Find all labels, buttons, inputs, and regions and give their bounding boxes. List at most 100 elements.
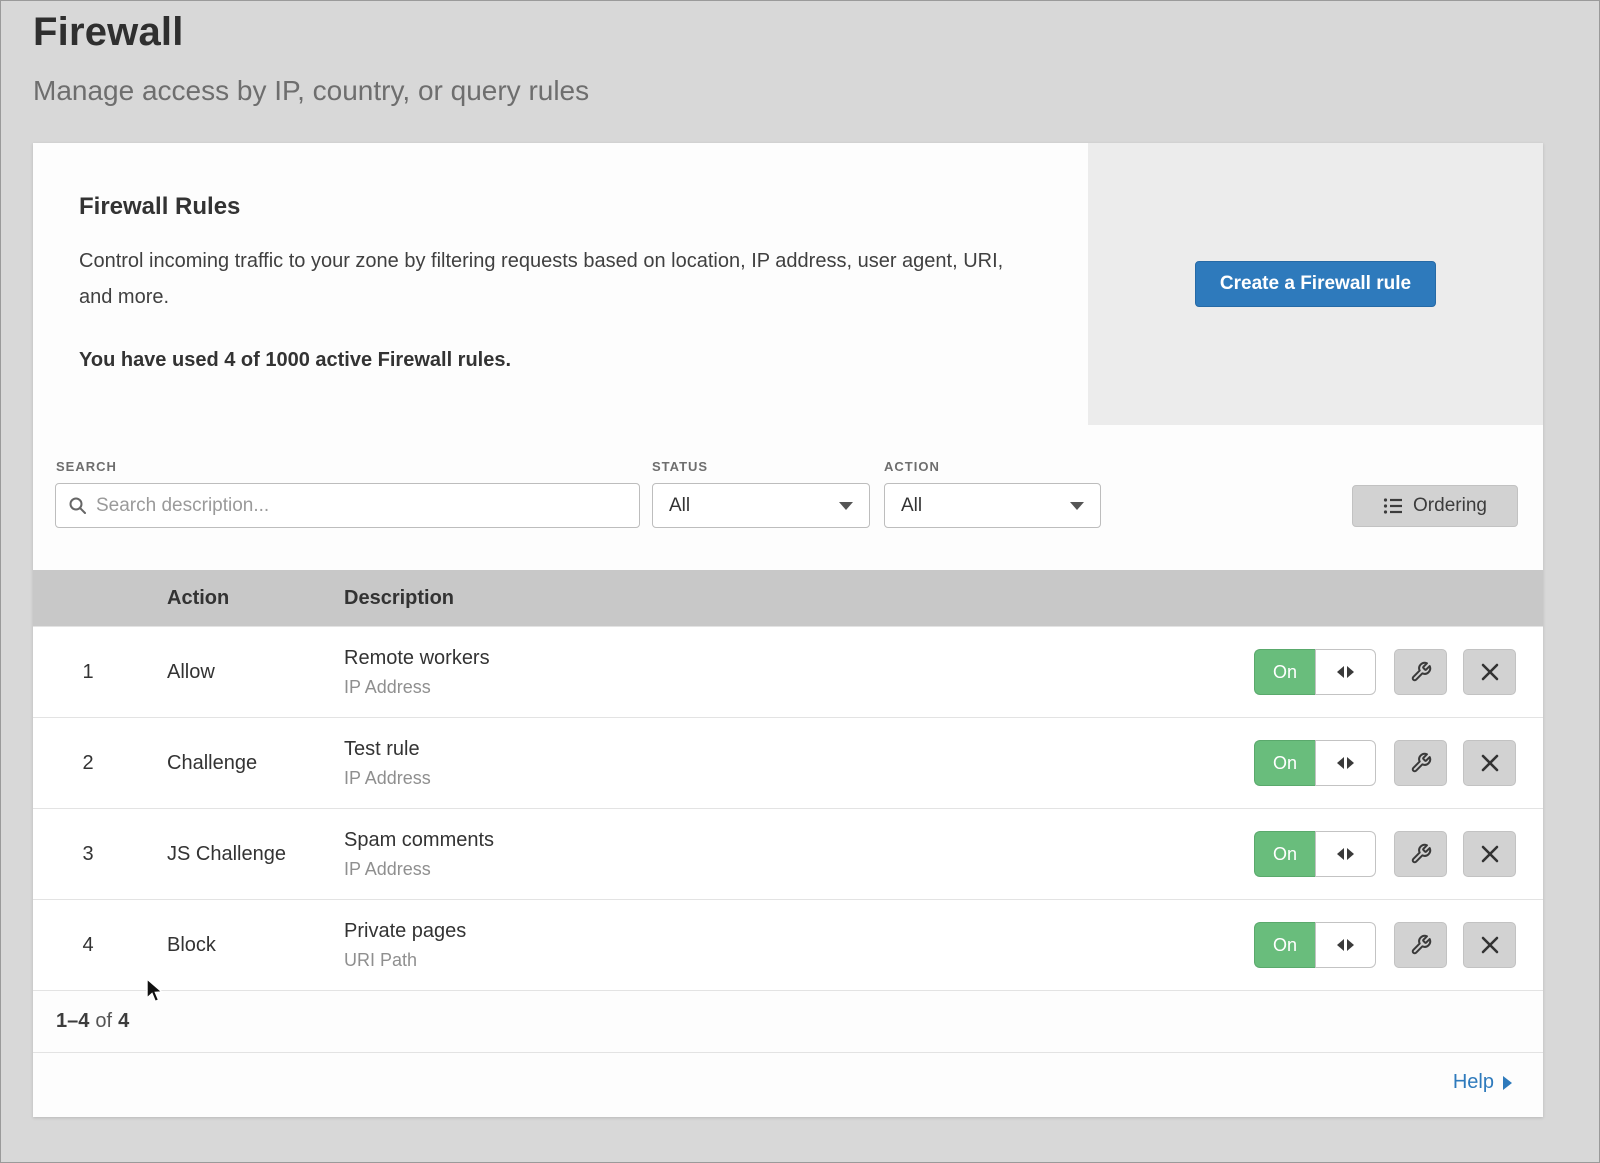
toggle-knob[interactable]	[1315, 649, 1376, 695]
rules-usage-count: You have used 4 of 1000 active Firewall …	[79, 349, 1063, 372]
ordering-button[interactable]: Ordering	[1352, 485, 1518, 527]
search-icon	[68, 496, 87, 515]
arrow-right-icon	[1347, 757, 1354, 769]
action-select[interactable]: All	[884, 483, 1101, 528]
edit-rule-button[interactable]	[1394, 740, 1447, 786]
firewall-rules-card: Create a Firewall rule Firewall Rules Co…	[33, 143, 1543, 425]
rule-enabled-toggle[interactable]: On	[1254, 649, 1376, 695]
rule-description: Spam comments	[344, 829, 1254, 852]
rule-enabled-toggle[interactable]: On	[1254, 831, 1376, 877]
pagination: 1–4 of 4	[33, 990, 1543, 1052]
pagination-of: of	[95, 1010, 112, 1033]
pagination-range: 1–4	[56, 1010, 89, 1033]
wrench-icon	[1410, 843, 1432, 865]
edit-rule-button[interactable]	[1394, 831, 1447, 877]
toggle-knob[interactable]	[1315, 740, 1376, 786]
status-label: STATUS	[652, 459, 708, 474]
delete-rule-button[interactable]	[1463, 831, 1516, 877]
rule-description: Remote workers	[344, 647, 1254, 670]
rule-description: Test rule	[344, 738, 1254, 761]
rule-description-cell: Remote workers IP Address	[344, 647, 1254, 698]
table-row: 2 Challenge Test rule IP Address On	[33, 717, 1543, 808]
delete-rule-button[interactable]	[1463, 922, 1516, 968]
rule-index: 3	[33, 843, 167, 866]
toggle-knob[interactable]	[1315, 831, 1376, 877]
help-link-label: Help	[1453, 1071, 1494, 1094]
page-header: Firewall Manage access by IP, country, o…	[33, 10, 589, 107]
search-box[interactable]	[55, 483, 640, 528]
page-title: Firewall	[33, 10, 589, 55]
rule-description-cell: Test rule IP Address	[344, 738, 1254, 789]
arrow-left-icon	[1337, 666, 1344, 678]
page-subtitle: Manage access by IP, country, or query r…	[33, 75, 589, 107]
rule-controls: On	[1254, 922, 1543, 968]
ordering-button-label: Ordering	[1413, 495, 1487, 517]
chevron-down-icon	[1070, 502, 1084, 510]
rule-enabled-toggle[interactable]: On	[1254, 740, 1376, 786]
arrow-right-icon	[1503, 1076, 1512, 1090]
toggle-on-label: On	[1254, 740, 1315, 786]
arrow-left-icon	[1337, 848, 1344, 860]
column-header-action: Action	[167, 587, 344, 610]
rule-controls: On	[1254, 740, 1543, 786]
rule-index: 4	[33, 934, 167, 957]
rule-description: Private pages	[344, 920, 1254, 943]
firewall-panel: Create a Firewall rule Firewall Rules Co…	[33, 143, 1543, 1117]
table-row: 1 Allow Remote workers IP Address On	[33, 626, 1543, 717]
toggle-on-label: On	[1254, 649, 1315, 695]
toggle-on-label: On	[1254, 922, 1315, 968]
delete-rule-button[interactable]	[1463, 740, 1516, 786]
status-select[interactable]: All	[652, 483, 870, 528]
card-title: Firewall Rules	[79, 193, 1063, 221]
wrench-icon	[1410, 661, 1432, 683]
arrow-right-icon	[1347, 848, 1354, 860]
rule-action: Allow	[167, 661, 344, 684]
rule-match-type: IP Address	[344, 677, 1254, 698]
delete-rule-button[interactable]	[1463, 649, 1516, 695]
rule-description-cell: Spam comments IP Address	[344, 829, 1254, 880]
table-header: Action Description	[33, 570, 1543, 626]
close-icon	[1481, 845, 1499, 863]
edit-rule-button[interactable]	[1394, 922, 1447, 968]
close-icon	[1481, 936, 1499, 954]
help-bar: Help	[33, 1052, 1543, 1112]
card-description: Control incoming traffic to your zone by…	[79, 243, 1024, 315]
arrow-left-icon	[1337, 757, 1344, 769]
rule-description-cell: Private pages URI Path	[344, 920, 1254, 971]
rule-match-type: IP Address	[344, 859, 1254, 880]
arrow-right-icon	[1347, 666, 1354, 678]
close-icon	[1481, 663, 1499, 681]
action-label: ACTION	[884, 459, 940, 474]
rule-action: JS Challenge	[167, 843, 344, 866]
chevron-down-icon	[839, 502, 853, 510]
status-select-value: All	[669, 495, 690, 517]
rule-controls: On	[1254, 831, 1543, 877]
close-icon	[1481, 754, 1499, 772]
rule-index: 1	[33, 661, 167, 684]
wrench-icon	[1410, 934, 1432, 956]
ordering-list-icon	[1383, 496, 1403, 516]
action-select-value: All	[901, 495, 922, 517]
search-input[interactable]	[96, 495, 627, 517]
create-firewall-rule-button[interactable]: Create a Firewall rule	[1195, 261, 1436, 307]
create-rule-rail: Create a Firewall rule	[1088, 143, 1543, 425]
toggle-on-label: On	[1254, 831, 1315, 877]
filters-bar: SEARCH STATUS ACTION All All	[33, 425, 1543, 570]
rule-action: Challenge	[167, 752, 344, 775]
rule-enabled-toggle[interactable]: On	[1254, 922, 1376, 968]
search-label: SEARCH	[56, 459, 117, 474]
help-link[interactable]: Help	[1453, 1071, 1512, 1094]
column-header-description: Description	[344, 587, 454, 610]
toggle-knob[interactable]	[1315, 922, 1376, 968]
arrow-left-icon	[1337, 939, 1344, 951]
rule-match-type: IP Address	[344, 768, 1254, 789]
rule-controls: On	[1254, 649, 1543, 695]
edit-rule-button[interactable]	[1394, 649, 1447, 695]
table-row: 3 JS Challenge Spam comments IP Address …	[33, 808, 1543, 899]
wrench-icon	[1410, 752, 1432, 774]
rule-match-type: URI Path	[344, 950, 1254, 971]
pagination-total: 4	[118, 1010, 129, 1033]
table-row: 4 Block Private pages URI Path On	[33, 899, 1543, 990]
rule-index: 2	[33, 752, 167, 775]
arrow-right-icon	[1347, 939, 1354, 951]
